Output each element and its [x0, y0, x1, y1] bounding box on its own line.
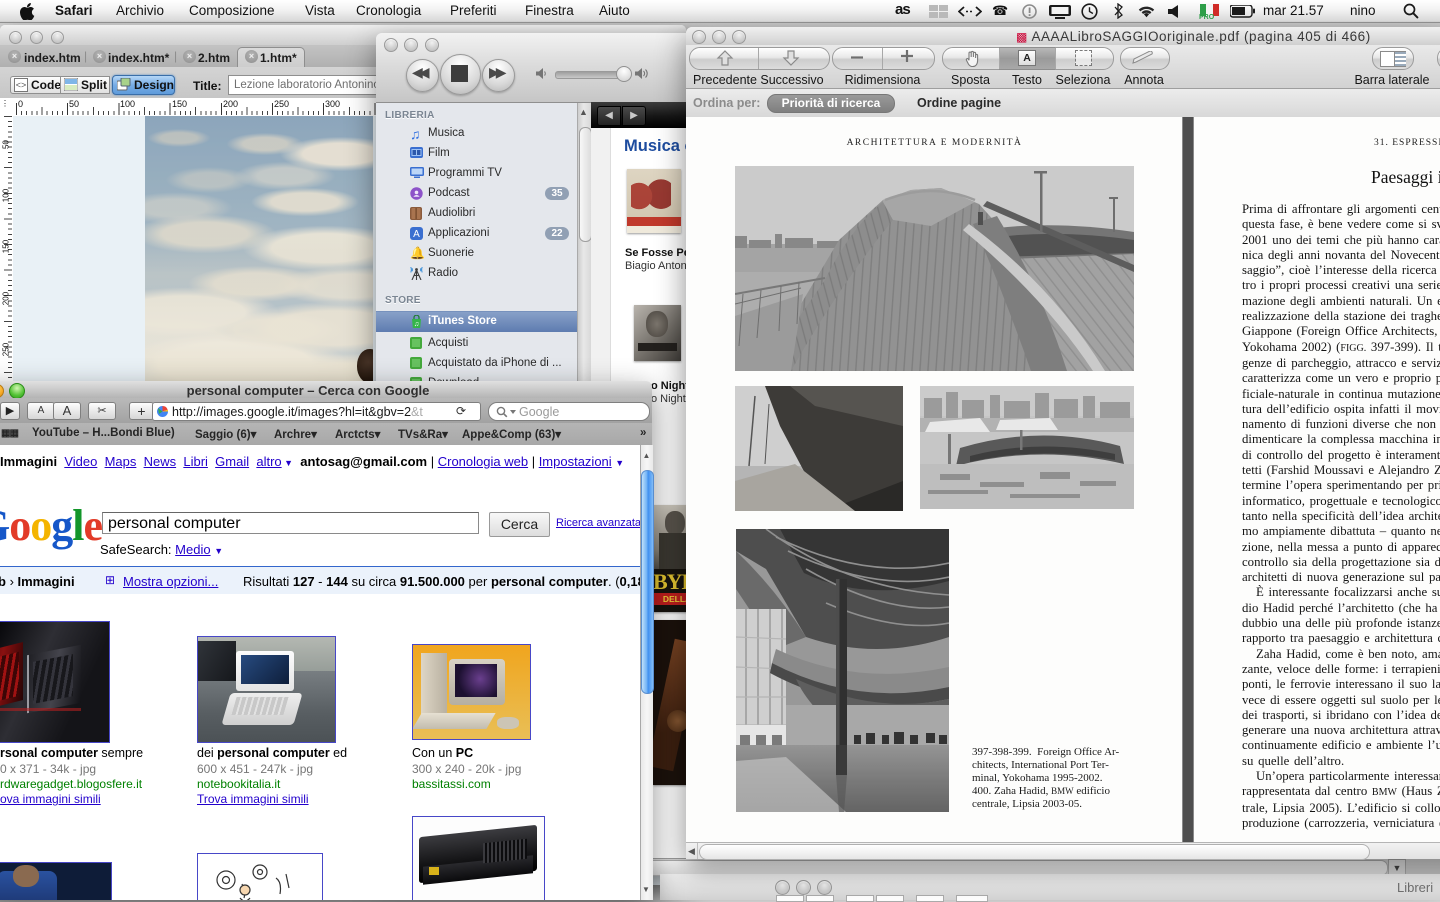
- svg-text:♫: ♫: [414, 321, 419, 328]
- svg-text:A: A: [413, 229, 420, 240]
